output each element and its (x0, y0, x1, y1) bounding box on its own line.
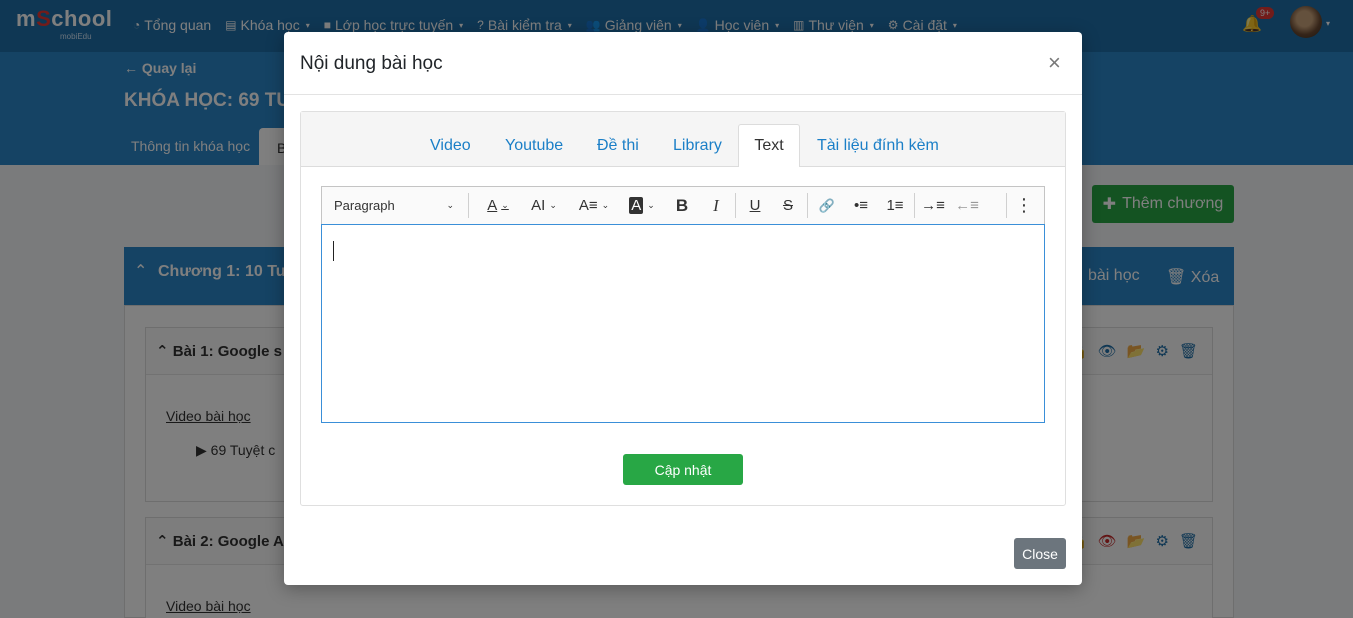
tab-exam[interactable]: Đề thi (597, 137, 639, 155)
link-icon[interactable]: 🔗 (815, 187, 839, 224)
highlight-button[interactable]: A ⌄ (622, 187, 662, 224)
tab-library[interactable]: Library (673, 137, 722, 155)
bulleted-list-icon[interactable]: •≡ (848, 187, 874, 224)
tab-youtube[interactable]: Youtube (505, 137, 563, 155)
close-icon[interactable]: × (1048, 50, 1061, 76)
modal-title: Nội dung bài học (300, 53, 443, 74)
font-family-icon: A≡ (578, 197, 598, 214)
lesson-content-modal: Nội dung bài học × Video Youtube Đề thi … (284, 32, 1082, 585)
content-tabs: Video Youtube Đề thi Library Text Tài li… (301, 112, 1065, 167)
underline-button[interactable]: U (743, 187, 767, 224)
font-size-button[interactable]: AI ⌄ (524, 187, 564, 224)
editor-toolbar: Paragraph ⌄ A ⌄ AI ⌄ A≡ ⌄ A ⌄ B I U S 🔗 •≡ 1≡… (321, 186, 1045, 225)
update-button[interactable]: Cập nhật (623, 454, 743, 485)
chevron-down-icon: ⌄ (501, 200, 509, 210)
font-family-button[interactable]: A≡ ⌄ (574, 187, 614, 224)
toolbar-divider (914, 193, 915, 218)
toolbar-divider (1006, 193, 1007, 218)
toolbar-divider (735, 193, 736, 218)
chevron-down-icon: ⌄ (549, 200, 557, 210)
more-options-icon[interactable]: ⋮ (1012, 187, 1036, 224)
bold-button[interactable]: B (670, 187, 694, 224)
font-color-button[interactable]: A ⌄ (478, 187, 518, 224)
indent-icon[interactable]: →≡ (920, 187, 946, 224)
chevron-down-icon: ⌄ (601, 200, 610, 210)
tab-text[interactable]: Text (738, 124, 800, 167)
font-color-icon: A (487, 197, 498, 214)
strikethrough-button[interactable]: S (776, 187, 800, 224)
chevron-down-icon: ⌄ (647, 200, 655, 210)
chevron-down-icon: ⌄ (446, 200, 454, 210)
toolbar-divider (468, 193, 469, 218)
toolbar-divider (807, 193, 808, 218)
tab-video[interactable]: Video (430, 137, 471, 155)
paragraph-select[interactable]: Paragraph ⌄ (334, 187, 454, 224)
content-panel: Video Youtube Đề thi Library Text Tài li… (300, 111, 1066, 506)
font-size-icon: AI (531, 197, 546, 214)
close-button[interactable]: Close (1014, 538, 1066, 569)
highlight-icon: A (629, 197, 644, 214)
paragraph-select-value: Paragraph (334, 198, 395, 213)
italic-button[interactable]: I (704, 187, 728, 224)
tab-attachments[interactable]: Tài liệu đính kèm (817, 137, 939, 155)
rich-text-editor[interactable] (321, 224, 1045, 423)
outdent-icon[interactable]: ←≡ (954, 187, 980, 224)
numbered-list-icon[interactable]: 1≡ (882, 187, 908, 224)
text-cursor (333, 241, 334, 261)
modal-header: Nội dung bài học × (284, 32, 1082, 95)
